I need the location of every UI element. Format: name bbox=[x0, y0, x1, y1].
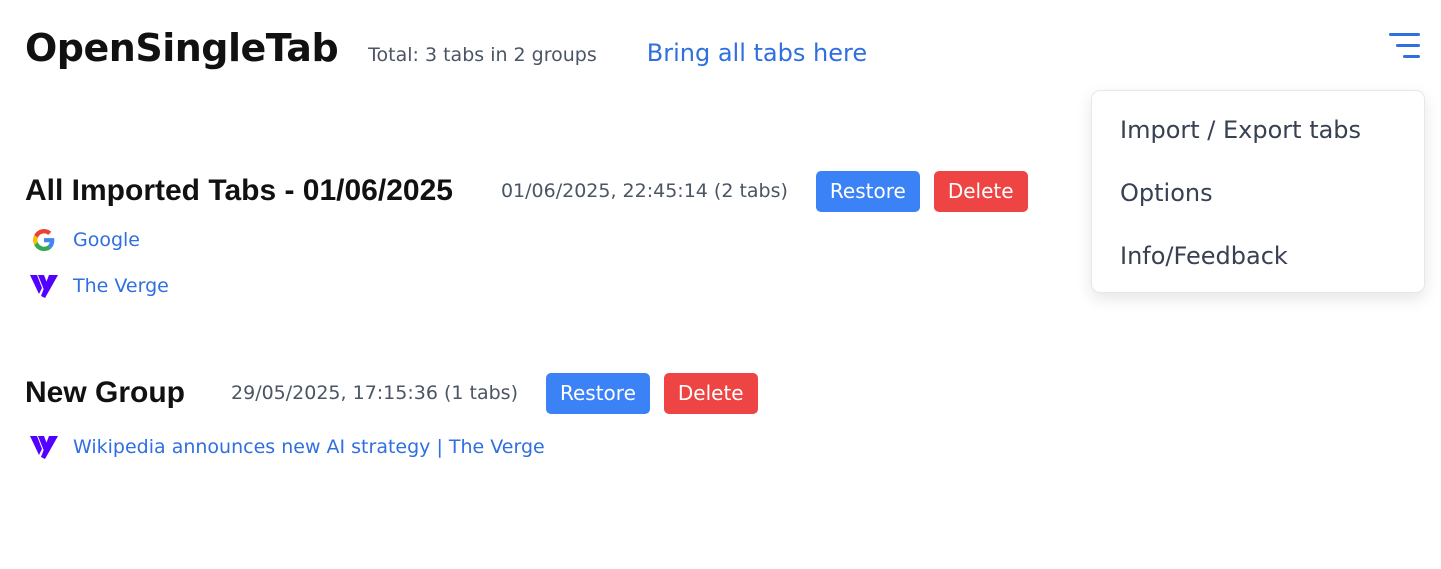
bring-all-tabs-link[interactable]: Bring all tabs here bbox=[647, 39, 867, 67]
tab-link[interactable]: Google bbox=[73, 229, 140, 251]
group-header: New Group 29/05/2025, 17:15:36 (1 tabs) … bbox=[25, 372, 758, 414]
menu-item-options[interactable]: Options bbox=[1092, 164, 1424, 227]
tab-group: All Imported Tabs - 01/06/2025 01/06/202… bbox=[25, 170, 1028, 309]
app-title: OpenSingleTab bbox=[25, 26, 339, 70]
dropdown-menu: Import / Export tabs Options Info/Feedba… bbox=[1091, 90, 1425, 293]
hamburger-menu-icon[interactable] bbox=[1386, 31, 1422, 61]
tab-link[interactable]: Wikipedia announces new AI strategy | Th… bbox=[73, 436, 545, 458]
group-title: All Imported Tabs - 01/06/2025 bbox=[25, 174, 453, 207]
delete-button[interactable]: Delete bbox=[933, 170, 1028, 212]
group-meta: 01/06/2025, 22:45:14 (2 tabs) bbox=[500, 180, 788, 202]
group-header: All Imported Tabs - 01/06/2025 01/06/202… bbox=[25, 170, 1028, 212]
verge-icon bbox=[30, 433, 58, 461]
restore-button[interactable]: Restore bbox=[545, 372, 650, 414]
tab-item[interactable]: Wikipedia announces new AI strategy | Th… bbox=[25, 424, 758, 470]
tab-group: New Group 29/05/2025, 17:15:36 (1 tabs) … bbox=[25, 372, 758, 470]
total-count: Total: 3 tabs in 2 groups bbox=[368, 44, 597, 66]
menu-item-info-feedback[interactable]: Info/Feedback bbox=[1092, 227, 1424, 290]
google-icon bbox=[30, 226, 58, 254]
group-title: New Group bbox=[25, 376, 186, 409]
group-meta: 29/05/2025, 17:15:36 (1 tabs) bbox=[231, 382, 518, 404]
delete-button[interactable]: Delete bbox=[663, 372, 758, 414]
tab-item[interactable]: Google bbox=[25, 217, 1028, 263]
tab-link[interactable]: The Verge bbox=[73, 275, 169, 297]
page: OpenSingleTab Total: 3 tabs in 2 groups … bbox=[0, 0, 1441, 569]
verge-icon bbox=[30, 272, 58, 300]
restore-button[interactable]: Restore bbox=[815, 170, 920, 212]
menu-item-import-export[interactable]: Import / Export tabs bbox=[1092, 101, 1424, 164]
header: OpenSingleTab Total: 3 tabs in 2 groups … bbox=[25, 26, 867, 70]
tab-item[interactable]: The Verge bbox=[25, 263, 1028, 309]
